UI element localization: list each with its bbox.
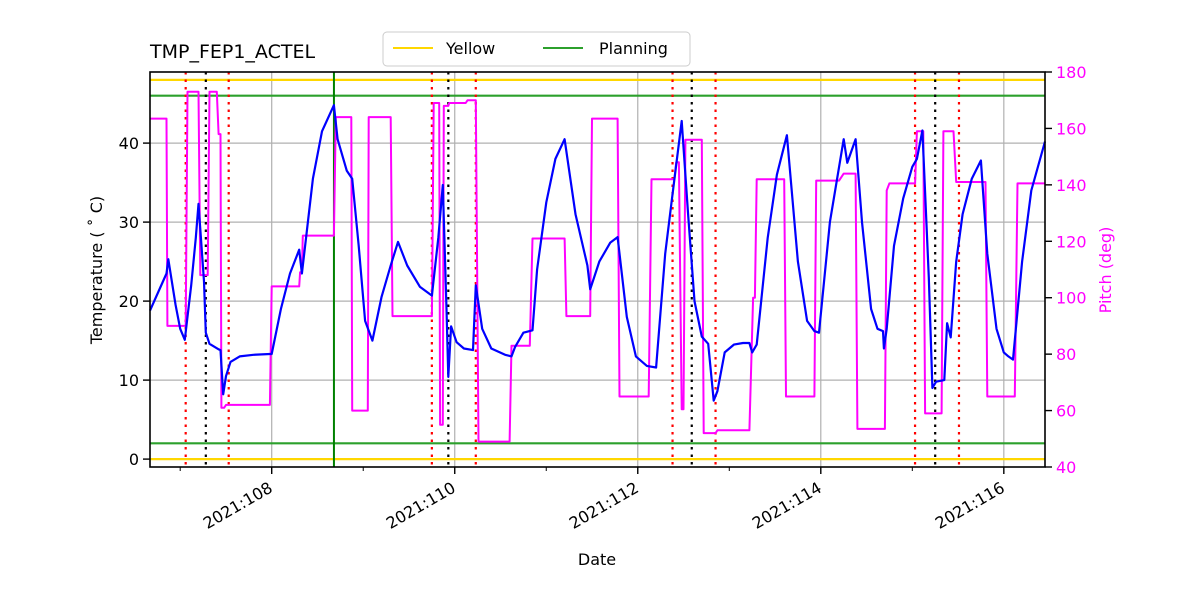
y-tick-label: 10 [119, 371, 139, 390]
y-tick-label: 20 [119, 292, 139, 311]
x-tick-label: 2021:108 [200, 478, 276, 533]
x-tick-label: 2021:116 [932, 478, 1008, 533]
legend-label-planning: Planning [599, 39, 668, 58]
y2-tick-label: 180 [1056, 63, 1087, 82]
y2-axis-label: Pitch (deg) [1096, 227, 1115, 314]
y2-ticks: 40 60 80 100 120 140 160 180 [1045, 63, 1087, 477]
y2-tick-label: 100 [1056, 289, 1087, 308]
y-ticks: 0 10 20 30 40 [119, 134, 150, 469]
x-tick-label: 2021:112 [566, 478, 642, 533]
y2-tick-label: 160 [1056, 119, 1087, 138]
y-axis-label: Temperature ( ˚ C) [87, 196, 106, 345]
y-tick-label: 30 [119, 213, 139, 232]
series-line-temperature [148, 104, 1047, 402]
legend-label-yellow: Yellow [445, 39, 495, 58]
series-group [148, 90, 1047, 443]
y2-tick-label: 60 [1056, 402, 1076, 421]
x-ticks: 2021:108 2021:110 2021:112 2021:114 2021:116 [179, 467, 1008, 533]
y2-tick-label: 40 [1056, 458, 1076, 477]
x-axis-label: Date [578, 550, 616, 569]
chart: 2021:108 2021:110 2021:112 2021:114 2021:116… [87, 31, 1115, 569]
y2-tick-label: 120 [1056, 232, 1087, 251]
y-tick-label: 0 [129, 450, 139, 469]
x-tick-label: 2021:114 [749, 478, 825, 533]
y-tick-label: 40 [119, 134, 139, 153]
y2-tick-label: 140 [1056, 176, 1087, 195]
x-tick-label: 2021:110 [383, 478, 459, 533]
y2-tick-label: 80 [1056, 345, 1076, 364]
legend: Yellow Planning [382, 31, 691, 67]
chart-title: TMP_FEP1_ACTEL [149, 41, 315, 63]
